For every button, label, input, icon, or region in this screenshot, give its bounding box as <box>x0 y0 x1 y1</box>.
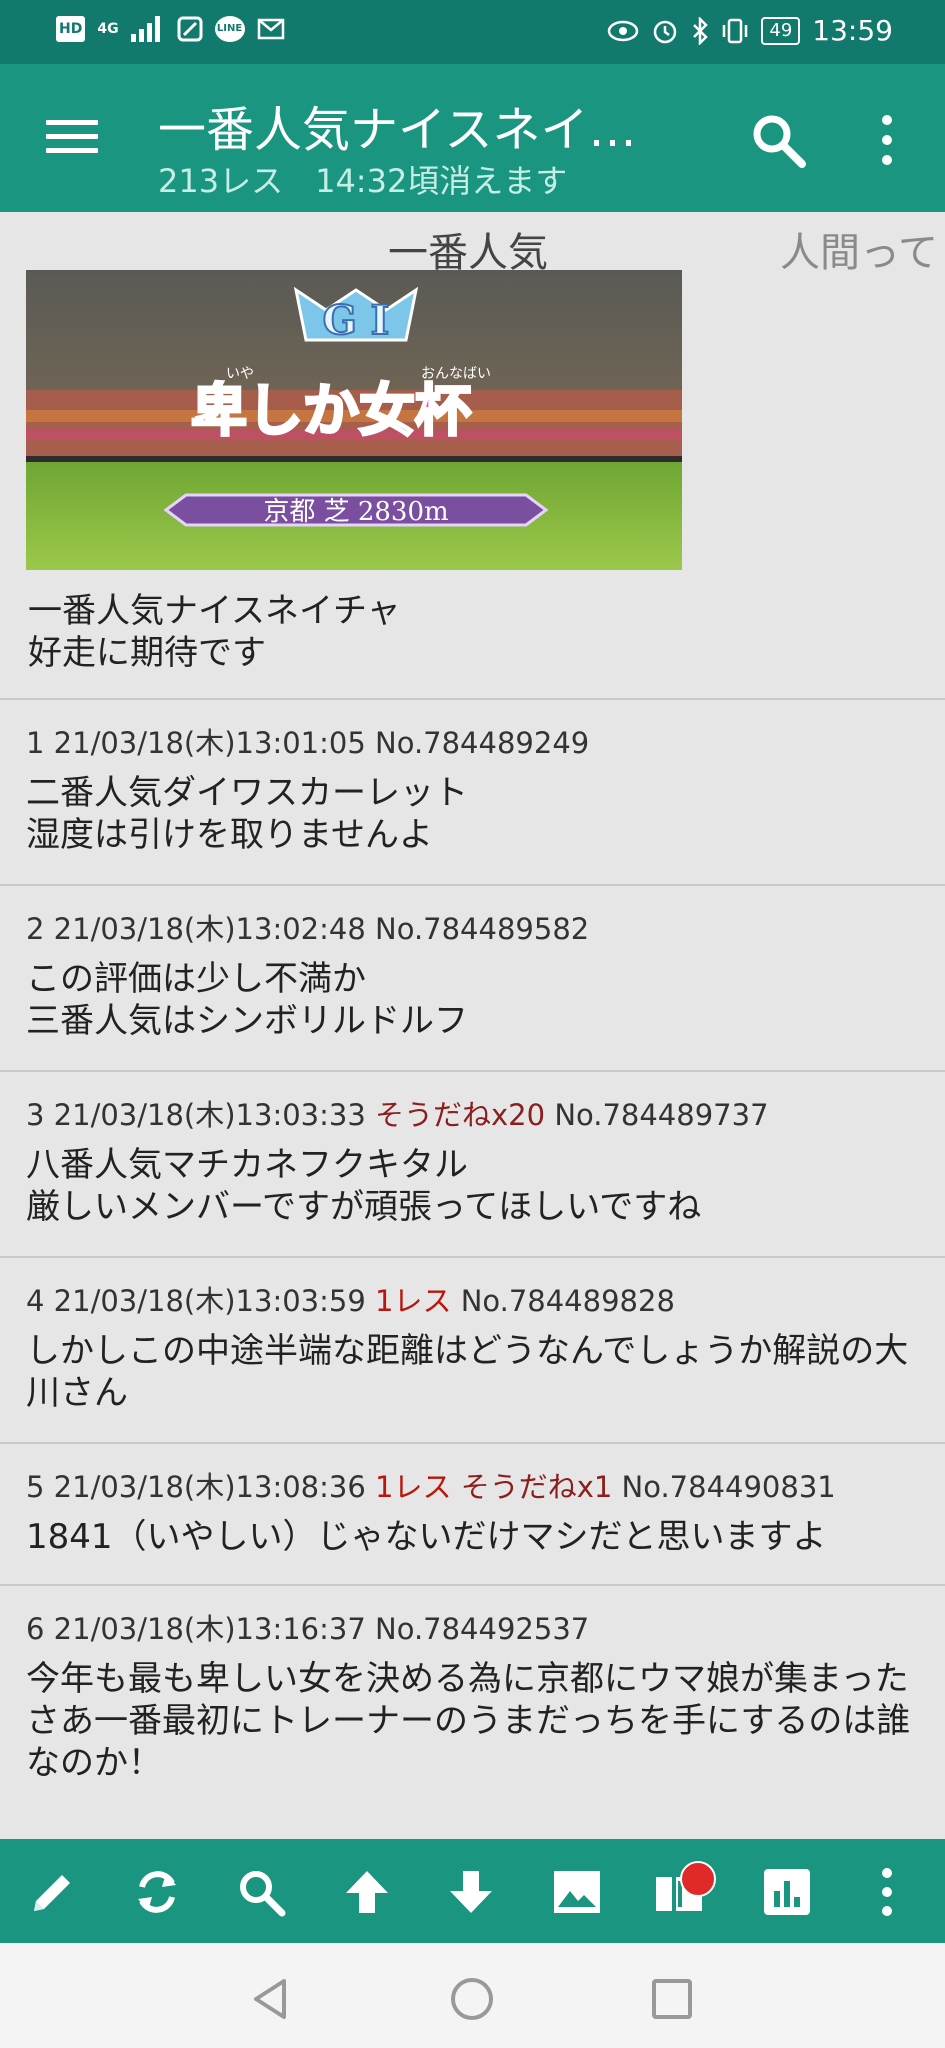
race-banner-image: G I いや おんなばい 卑しか女杯 京都 芝 2830m <box>26 270 682 570</box>
menu-button[interactable] <box>46 120 98 156</box>
post-number: 6 <box>26 1612 45 1646</box>
hd-icon: HD <box>56 16 86 42</box>
post-no[interactable]: No.784490831 <box>622 1470 836 1504</box>
thread-image[interactable]: G I いや おんなばい 卑しか女杯 京都 芝 2830m <box>26 270 682 570</box>
post-item[interactable]: 4 21/03/18(木)13:03:59 1レス No.784489828 し… <box>0 1256 945 1442</box>
post-date: 21/03/18(木)13:03:33 <box>53 1098 366 1132</box>
menu-icon-bar <box>46 148 98 153</box>
op-body: 一番人気ナイスネイチャ 好走に期待です <box>28 591 401 673</box>
menu-icon-bar <box>46 134 98 139</box>
banner-course: 京都 芝 2830m <box>263 497 448 527</box>
post-item[interactable]: 5 21/03/18(木)13:08:36 1レス そうだねx1 No.7844… <box>0 1442 945 1584</box>
refresh-icon[interactable] <box>130 1865 184 1919</box>
post-no[interactable]: No.784489737 <box>554 1098 768 1132</box>
battery-indicator: 49 <box>761 16 801 45</box>
post-meta: 5 21/03/18(木)13:08:36 1レス そうだねx1 No.7844… <box>26 1464 836 1506</box>
post-date: 21/03/18(木)13:16:37 <box>53 1612 366 1646</box>
arrow-down-icon[interactable] <box>444 1865 498 1919</box>
post-date: 21/03/18(木)13:02:48 <box>53 912 366 946</box>
post-item[interactable]: 3 21/03/18(木)13:03:33 そうだねx20 No.7844897… <box>0 1070 945 1256</box>
post-number: 1 <box>26 726 45 760</box>
app-bar: 一番人気ナイスネイ… 213レス 14:32頃消えます <box>0 64 945 212</box>
post-body: 1841（いやしい）じゃないだけマシだと思いますよ <box>26 1517 827 1557</box>
post-item[interactable]: 2 21/03/18(木)13:02:48 No.784489582 この評価は… <box>0 884 945 1070</box>
reply-count[interactable]: 1レス <box>375 1470 451 1504</box>
search-icon[interactable] <box>748 110 808 170</box>
post-no[interactable]: No.784489828 <box>461 1284 675 1318</box>
thread-title: 一番人気ナイスネイ… <box>158 102 637 158</box>
post-body: 今年も最も卑しい女を決める為に京都にウマ娘が集まった さあ一番最初にトレーナーの… <box>26 1659 911 1783</box>
status-bar: HD 4G LINE 49 13:59 <box>0 0 945 64</box>
reply-count[interactable]: 1レス <box>375 1284 451 1318</box>
post-body: しかしこの中途半端な距離はどうなんでしょうか解説の大川さん <box>26 1331 909 1413</box>
post-no[interactable]: No.784489249 <box>375 726 589 760</box>
post-item[interactable]: 6 21/03/18(木)13:16:37 No.784492537 今年も最も… <box>0 1584 945 1839</box>
image-icon[interactable] <box>550 1865 604 1919</box>
arrow-up-icon[interactable] <box>340 1865 394 1919</box>
post-date: 21/03/18(木)13:03:59 <box>53 1284 366 1318</box>
home-icon[interactable] <box>448 1975 496 2023</box>
post-number: 5 <box>26 1470 45 1504</box>
marquee-text-2: 人間って <box>780 230 938 276</box>
more-vert-icon[interactable] <box>872 112 902 168</box>
post-number: 2 <box>26 912 45 946</box>
status-time: 13:59 <box>812 14 893 47</box>
network-type-icon: 4G <box>97 21 119 37</box>
system-nav-bar <box>0 1943 945 2048</box>
post-number: 3 <box>26 1098 45 1132</box>
bar-chart-icon[interactable] <box>760 1865 814 1919</box>
recents-icon[interactable] <box>648 1975 696 2023</box>
search-icon[interactable] <box>234 1865 288 1919</box>
post-body: 八番人気マチカネフクキタル 厳しいメンバーですが頑張ってほしいですね <box>26 1145 702 1227</box>
signal-icon <box>130 16 160 42</box>
post-date: 21/03/18(木)13:08:36 <box>53 1470 366 1504</box>
status-right-icons: 49 13:59 <box>607 14 893 47</box>
post-meta: 3 21/03/18(木)13:03:33 そうだねx20 No.7844897… <box>26 1092 769 1134</box>
post-meta: 4 21/03/18(木)13:03:59 1レス No.784489828 <box>26 1278 675 1320</box>
thread-subtitle: 213レス 14:32頃消えます <box>158 162 568 200</box>
line-icon: LINE <box>214 16 245 42</box>
banner-emblem: G I <box>323 297 390 344</box>
post-no[interactable]: No.784489582 <box>375 912 589 946</box>
post-body: この評価は少し不満か 三番人気はシンボリルドルフ <box>26 959 468 1041</box>
mail-icon <box>257 18 284 40</box>
notification-badge <box>680 1861 716 1897</box>
back-icon[interactable] <box>246 1975 294 2023</box>
more-vert-icon[interactable] <box>872 1865 902 1919</box>
banner-race-name: 卑しか女杯 <box>191 379 471 444</box>
post-no[interactable]: No.784492537 <box>375 1612 589 1646</box>
bluetooth-icon <box>693 16 709 45</box>
alarm-icon <box>654 20 677 43</box>
post-meta: 1 21/03/18(木)13:01:05 No.784489249 <box>26 720 589 762</box>
pencil-icon[interactable] <box>26 1865 80 1919</box>
post-item[interactable]: 1 21/03/18(木)13:01:05 No.784489249 二番人気ダ… <box>0 698 945 884</box>
soudane-badge[interactable]: そうだねx1 <box>461 1470 613 1504</box>
post-date: 21/03/18(木)13:01:05 <box>53 726 366 760</box>
menu-icon-bar <box>46 120 98 125</box>
bottom-toolbar <box>0 1839 945 1943</box>
vibrate-icon <box>723 18 748 43</box>
status-left-icons: HD 4G LINE <box>56 16 285 42</box>
post-body: 二番人気ダイワスカーレット 湿度は引けを取りませんよ <box>26 773 468 855</box>
thread-content[interactable]: 一番人気 人間って G I いや おんなばい 卑しか女杯 京都 芝 2830m … <box>0 212 945 1839</box>
eye-icon <box>608 20 639 41</box>
post-meta: 6 21/03/18(木)13:16:37 No.784492537 <box>26 1606 589 1648</box>
app-icon <box>177 16 203 42</box>
post-meta: 2 21/03/18(木)13:02:48 No.784489582 <box>26 906 589 948</box>
thread-op: 一番人気 人間って G I いや おんなばい 卑しか女杯 京都 芝 2830m … <box>0 212 945 700</box>
soudane-badge[interactable]: そうだねx20 <box>375 1098 545 1132</box>
post-number: 4 <box>26 1284 45 1318</box>
